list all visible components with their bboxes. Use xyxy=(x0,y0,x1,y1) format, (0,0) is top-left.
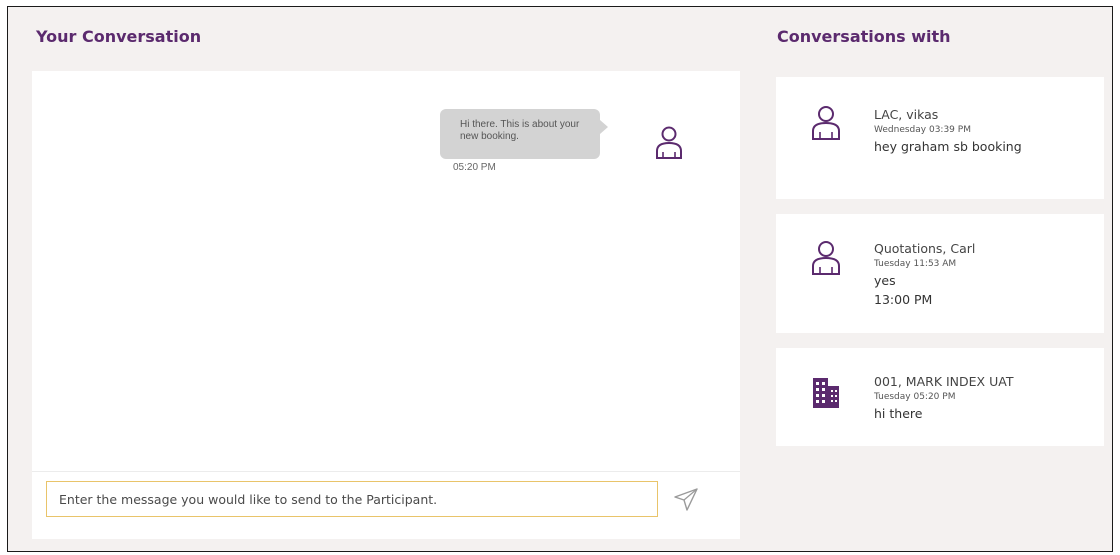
last-message: yes xyxy=(874,273,896,288)
chat-panel: Hi there. This is about your new booking… xyxy=(32,71,740,539)
message-input[interactable] xyxy=(46,481,658,517)
contact-name: Quotations, Carl xyxy=(874,241,976,256)
conversation-card[interactable]: Quotations, Carl Tuesday 11:53 AM yes 13… xyxy=(776,214,1104,333)
conversation-card[interactable]: 001, MARK INDEX UAT Tuesday 05:20 PM hi … xyxy=(776,348,1104,446)
conversations-list-title: Conversations with xyxy=(777,27,951,46)
user-icon xyxy=(812,241,840,275)
conversation-card[interactable]: LAC, vikas Wednesday 03:39 PM hey graham… xyxy=(776,77,1104,199)
user-icon xyxy=(656,126,682,159)
last-message-extra: 13:00 PM xyxy=(874,292,933,307)
input-divider xyxy=(32,471,740,472)
app-frame: Your Conversation Conversations with Hi … xyxy=(7,6,1113,552)
contact-name: LAC, vikas xyxy=(874,107,939,122)
send-icon[interactable] xyxy=(672,486,700,512)
user-icon xyxy=(812,106,840,140)
message-timestamp: 05:20 PM xyxy=(453,162,496,173)
building-icon xyxy=(813,378,839,408)
last-message: hey graham sb booking xyxy=(874,139,1022,154)
contact-timestamp: Tuesday 05:20 PM xyxy=(874,392,956,402)
contact-timestamp: Tuesday 11:53 AM xyxy=(874,259,957,269)
conversation-title: Your Conversation xyxy=(36,27,202,46)
message-bubble: Hi there. This is about your new booking… xyxy=(440,109,608,159)
contact-timestamp: Wednesday 03:39 PM xyxy=(874,125,971,135)
contact-name: 001, MARK INDEX UAT xyxy=(874,374,1014,389)
last-message: hi there xyxy=(874,406,923,421)
